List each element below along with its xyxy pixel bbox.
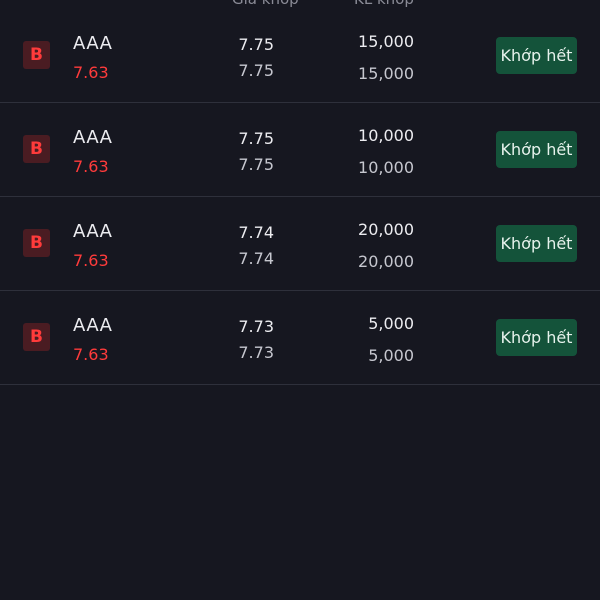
match-volume: 10,000 (358, 126, 414, 145)
buy-side-badge: B (23, 229, 50, 257)
order-volume: 10,000 (358, 158, 414, 177)
order-row[interactable]: B AAA 7.63 7.75 7.75 15,000 15,000 Khớp … (0, 9, 600, 103)
stock-symbol: AAA (73, 315, 113, 336)
status-fully-matched-button[interactable]: Khớp hết (496, 131, 577, 168)
order-price: 7.73 (238, 343, 274, 362)
match-volume: 20,000 (358, 220, 414, 239)
reference-price: 7.63 (73, 63, 109, 82)
buy-side-badge: B (23, 41, 50, 69)
match-price: 7.74 (238, 223, 274, 242)
order-volume: 20,000 (358, 252, 414, 271)
stock-symbol: AAA (73, 221, 113, 242)
order-volume: 15,000 (358, 64, 414, 83)
order-list-screen: Giá khớp KL khớp B AAA 7.63 7.75 7.75 15… (0, 0, 600, 600)
reference-price: 7.63 (73, 251, 109, 270)
stock-symbol: AAA (73, 33, 113, 54)
order-volume: 5,000 (368, 346, 414, 365)
status-fully-matched-button[interactable]: Khớp hết (496, 319, 577, 356)
reference-price: 7.63 (73, 157, 109, 176)
column-header-match-volume: KL khớp (354, 0, 414, 8)
status-fully-matched-button[interactable]: Khớp hết (496, 37, 577, 74)
order-price: 7.74 (238, 249, 274, 268)
status-fully-matched-button[interactable]: Khớp hết (496, 225, 577, 262)
reference-price: 7.63 (73, 345, 109, 364)
order-row[interactable]: B AAA 7.63 7.74 7.74 20,000 20,000 Khớp … (0, 197, 600, 291)
match-volume: 5,000 (368, 314, 414, 333)
order-price: 7.75 (238, 155, 274, 174)
match-price: 7.75 (238, 35, 274, 54)
match-volume: 15,000 (358, 32, 414, 51)
match-price: 7.75 (238, 129, 274, 148)
match-price: 7.73 (238, 317, 274, 336)
order-price: 7.75 (238, 61, 274, 80)
order-row[interactable]: B AAA 7.63 7.75 7.75 10,000 10,000 Khớp … (0, 103, 600, 197)
stock-symbol: AAA (73, 127, 113, 148)
column-header-match-price: Giá khớp (232, 0, 299, 8)
buy-side-badge: B (23, 135, 50, 163)
order-row[interactable]: B AAA 7.63 7.73 7.73 5,000 5,000 Khớp hế… (0, 291, 600, 385)
buy-side-badge: B (23, 323, 50, 351)
